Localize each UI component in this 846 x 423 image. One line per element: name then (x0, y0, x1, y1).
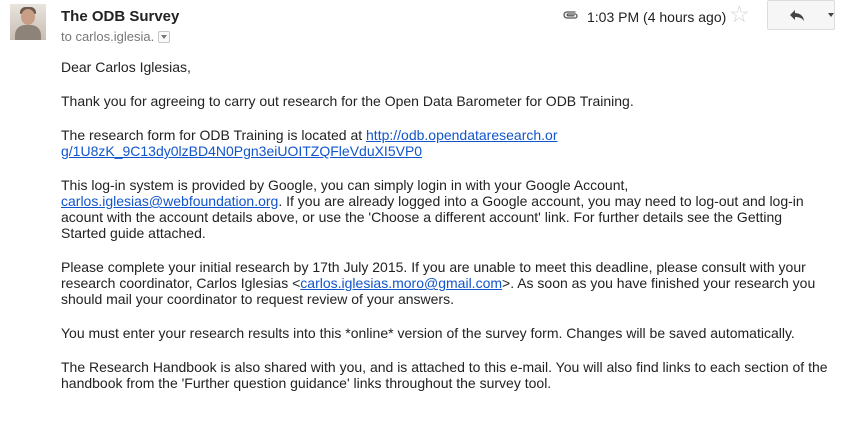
research-form-link-continued[interactable]: g/1U8zK_9C13dy0lzBD4N0Pgn3eiUOITZQFleVdu… (61, 143, 422, 159)
paragraph-deadline: Please complete your initial research by… (61, 259, 831, 307)
recipient-line: to carlos.iglesia. (61, 29, 171, 44)
chevron-down-icon[interactable] (828, 13, 834, 17)
greeting: Dear Carlos Iglesias, (61, 59, 191, 75)
paragraph-thanks: Thank you for agreeing to carry out rese… (61, 93, 634, 109)
recipient-details-chevron-down-icon[interactable] (158, 30, 171, 43)
avatar-body (15, 25, 41, 40)
account-email-link[interactable]: carlos.iglesias@webfoundation.org (61, 193, 278, 209)
avatar-head (21, 9, 35, 25)
login-text: This log-in system is provided by Google… (61, 177, 629, 193)
research-form-link[interactable]: http://odb.opendataresearch.or (366, 127, 557, 143)
sender-name[interactable]: The ODB Survey (61, 8, 179, 25)
star-icon[interactable]: ☆ (729, 3, 750, 26)
coordinator-email-link[interactable]: carlos.iglesias.moro@gmail.com (300, 275, 502, 291)
recipient-text: to carlos.iglesia. (61, 29, 155, 44)
message-body: Dear Carlos Iglesias, Thank you for agre… (61, 59, 831, 409)
paragraph-login: This log-in system is provided by Google… (61, 177, 831, 241)
timestamp[interactable]: 1:03 PM (4 hours ago) (587, 9, 726, 25)
research-form-text: The research form for ODB Training is lo… (61, 127, 367, 143)
sender-avatar[interactable] (10, 4, 46, 40)
reply-button[interactable] (767, 0, 835, 30)
paragraph-research-form: The research form for ODB Training is lo… (61, 127, 831, 159)
paragraph-handbook: The Research Handbook is also shared wit… (61, 359, 828, 391)
paragraph-online-form: You must enter your research results int… (61, 325, 795, 341)
reply-arrow-icon (790, 10, 804, 21)
paperclip-icon (563, 11, 578, 19)
